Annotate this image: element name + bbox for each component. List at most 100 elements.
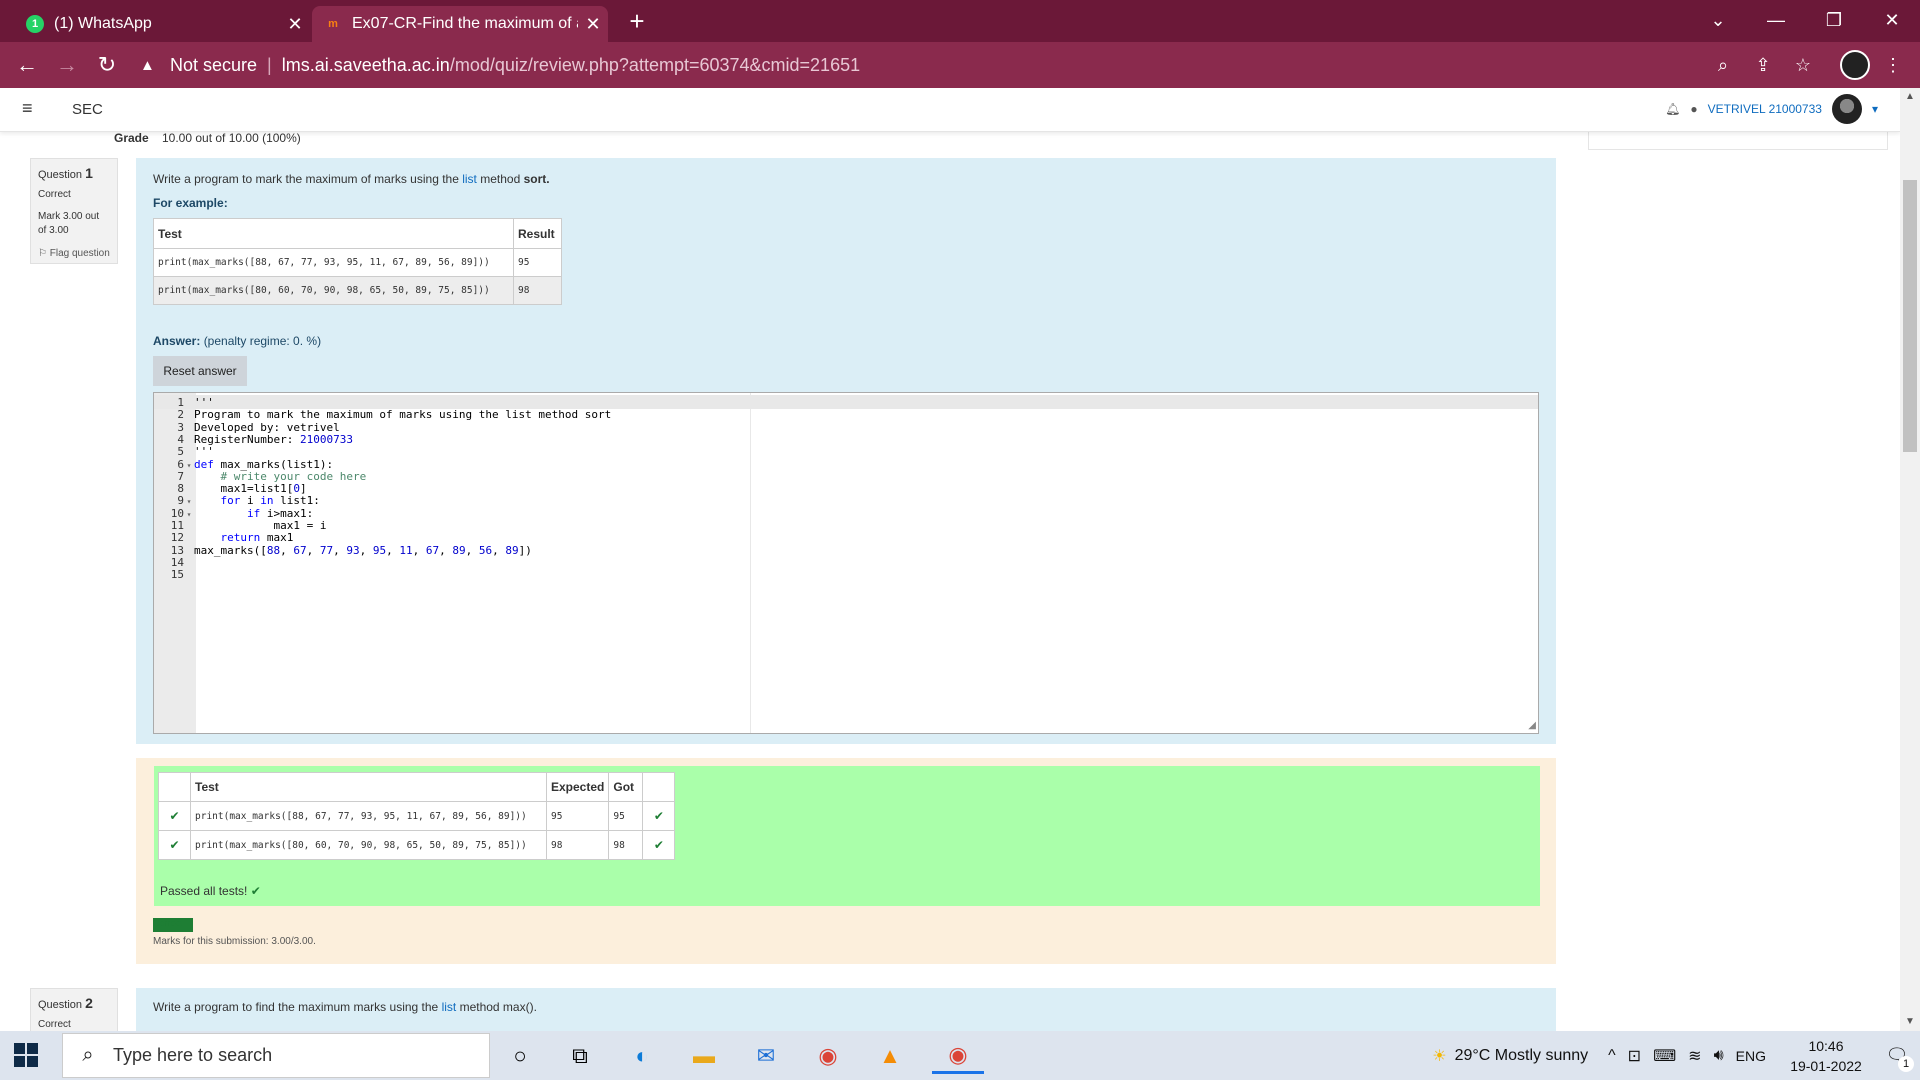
page-scrollbar[interactable]: ▲ ▼ bbox=[1900, 88, 1920, 1031]
result-table: Test Expected Got ✔ print(max_marks([88,… bbox=[158, 772, 676, 860]
back-icon[interactable]: ← bbox=[12, 50, 42, 80]
status-badge: Correct bbox=[153, 918, 193, 932]
clock[interactable]: 10:46 19-01-2022 bbox=[1778, 1036, 1874, 1076]
user-nav: 🔔︎ ● VETRIVEL 21000733 ▾ bbox=[1665, 94, 1878, 124]
tab-whatsapp[interactable]: 1 (1) WhatsApp ✕ bbox=[14, 6, 310, 42]
chrome-profile-icon[interactable]: ◉ bbox=[932, 1038, 984, 1074]
keyboard-icon[interactable]: ⌨ bbox=[1653, 1046, 1676, 1066]
question-text: Write a program to mark the maximum of m… bbox=[153, 172, 550, 186]
answer-label: Answer: (penalty regime: 0. %) bbox=[153, 334, 322, 348]
cortana-icon[interactable]: ○ bbox=[500, 1038, 540, 1074]
test-cell: print(max_marks([88, 67, 77, 93, 95, 11,… bbox=[153, 248, 514, 277]
example-table: Test Result print(max_marks([88, 67, 77,… bbox=[153, 218, 562, 305]
edge-icon[interactable]: ◐ bbox=[622, 1038, 662, 1074]
passed-message: Passed all tests! ✔ bbox=[160, 884, 261, 898]
file-explorer-icon[interactable]: ▬ bbox=[684, 1038, 724, 1074]
volume-icon[interactable]: 🔊︎ bbox=[1714, 1047, 1724, 1065]
column-header: Test bbox=[153, 218, 514, 249]
close-icon[interactable]: ✕ bbox=[280, 14, 310, 35]
warning-icon: ▲ bbox=[140, 56, 155, 74]
example-label: For example: bbox=[153, 196, 228, 210]
close-window-button[interactable]: ✕ bbox=[1868, 0, 1916, 40]
scroll-down-icon[interactable]: ▼ bbox=[1900, 1013, 1920, 1031]
scroll-thumb[interactable] bbox=[1903, 180, 1917, 452]
time: 10:46 bbox=[1808, 1037, 1844, 1054]
user-name[interactable]: VETRIVEL 21000733 bbox=[1708, 102, 1822, 116]
windows-start-icon[interactable] bbox=[14, 1043, 38, 1067]
question-number: Question 1 bbox=[38, 165, 93, 181]
expected-cell: 98 bbox=[545, 830, 610, 860]
tab-search-icon[interactable]: ⌄ bbox=[1694, 0, 1742, 40]
check-icon: ✔ bbox=[158, 801, 191, 831]
chat-icon[interactable]: ● bbox=[1690, 102, 1697, 116]
check-icon: ✔ bbox=[250, 884, 261, 898]
chevron-down-icon[interactable]: ▾ bbox=[1872, 102, 1878, 116]
question-state: Correct bbox=[38, 1019, 71, 1030]
moodle-icon: m bbox=[328, 18, 338, 30]
weather-text[interactable]: 29°C Mostly sunny bbox=[1455, 1047, 1589, 1065]
hamburger-icon[interactable]: ≡ bbox=[22, 98, 33, 119]
side-block bbox=[1588, 132, 1888, 150]
test-cell: print(max_marks([80, 60, 70, 90, 98, 65,… bbox=[153, 276, 514, 305]
bell-icon[interactable]: 🔔︎ bbox=[1665, 102, 1680, 116]
notifications-icon[interactable]: 🗨︎ 1 bbox=[1874, 1045, 1920, 1072]
table-row: print(max_marks([88, 67, 77, 93, 95, 11,… bbox=[153, 248, 562, 277]
restore-button[interactable]: ❐ bbox=[1810, 0, 1858, 40]
address-bar[interactable]: ▲ Not secure | lms.ai.saveetha.ac.in/mod… bbox=[140, 48, 1780, 82]
url-path: /mod/quiz/review.php?attempt=60374&cmid=… bbox=[449, 54, 861, 75]
expected-cell: 95 bbox=[545, 801, 610, 831]
column-header bbox=[642, 772, 676, 802]
security-label: Not secure bbox=[170, 54, 258, 75]
test-results: Test Expected Got ✔ print(max_marks([88,… bbox=[154, 766, 1540, 906]
tab-title: Ex07-CR-Find the maximum of a bbox=[352, 15, 578, 32]
star-icon[interactable]: ☆ bbox=[1790, 52, 1816, 78]
check-icon: ✔ bbox=[158, 830, 191, 860]
tab-quiz[interactable]: m Ex07-CR-Find the maximum of a ✕ bbox=[312, 6, 608, 42]
list-link[interactable]: list bbox=[442, 1000, 457, 1014]
mail-icon[interactable]: ✉ bbox=[746, 1038, 786, 1074]
tab-title: (1) WhatsApp bbox=[54, 15, 152, 32]
column-header: Result bbox=[513, 218, 562, 249]
vlc-icon[interactable]: ▲ bbox=[870, 1038, 910, 1074]
reload-icon[interactable]: ↻ bbox=[92, 50, 122, 80]
new-tab-button[interactable]: + bbox=[622, 6, 652, 36]
whatsapp-icon: 1 bbox=[26, 15, 44, 33]
browser-tab-bar: 1 (1) WhatsApp ✕ m Ex07-CR-Find the maxi… bbox=[0, 0, 1920, 42]
zoom-icon[interactable]: ⌕ bbox=[1710, 52, 1736, 78]
meet-icon[interactable]: ⊡ bbox=[1628, 1046, 1641, 1066]
list-link[interactable]: list bbox=[462, 172, 477, 186]
line-number: 15 bbox=[170, 568, 184, 582]
forward-icon[interactable]: → bbox=[52, 50, 82, 80]
taskbar-search[interactable]: ⌕ Type here to search bbox=[62, 1033, 490, 1078]
language-indicator[interactable]: ENG bbox=[1736, 1048, 1766, 1064]
search-icon: ⌕ bbox=[82, 1044, 94, 1066]
minimize-button[interactable]: — bbox=[1752, 0, 1800, 40]
close-icon[interactable]: ✕ bbox=[578, 14, 608, 35]
share-icon[interactable]: ⇪ bbox=[1750, 52, 1776, 78]
separator: | bbox=[267, 54, 272, 75]
profile-avatar[interactable] bbox=[1840, 50, 1870, 80]
flag-question-link[interactable]: ⚐ Flag question bbox=[38, 248, 110, 259]
column-header: Test bbox=[190, 772, 547, 802]
search-placeholder: Type here to search bbox=[113, 1045, 273, 1065]
site-name[interactable]: SEC bbox=[72, 101, 103, 118]
avatar[interactable] bbox=[1831, 94, 1862, 124]
question-info: Question 2 Correct bbox=[30, 988, 118, 1031]
chevron-up-icon[interactable]: ^ bbox=[1608, 1047, 1616, 1065]
reset-answer-button[interactable]: Reset answer bbox=[153, 356, 247, 386]
question-feedback: Test Expected Got ✔ print(max_marks([88,… bbox=[136, 758, 1556, 964]
column-header: Got bbox=[608, 772, 644, 802]
resize-handle[interactable]: ◢ bbox=[1528, 720, 1536, 731]
grade-label: Grade bbox=[114, 131, 149, 145]
column-header bbox=[158, 772, 191, 802]
task-view-icon[interactable]: ⧉ bbox=[560, 1038, 600, 1074]
scroll-up-icon[interactable]: ▲ bbox=[1900, 88, 1920, 106]
got-cell: 95 bbox=[608, 801, 644, 831]
system-tray: ☀ 29°C Mostly sunny ^ ⊡ ⌨ ≋ 🔊︎ ENG 10:46… bbox=[1432, 1031, 1920, 1080]
chrome-icon[interactable]: ◉ bbox=[808, 1038, 848, 1074]
menu-icon[interactable]: ⋮ bbox=[1880, 52, 1906, 78]
taskbar: ⌕ Type here to search ○ ⧉ ◐ ▬ ✉ ◉ ▲ ◉ ☀ … bbox=[0, 1031, 1920, 1080]
code-editor[interactable]: 1 ''' 2 Program to mark the maximum of ma… bbox=[153, 392, 1539, 734]
wifi-icon[interactable]: ≋ bbox=[1688, 1046, 1701, 1066]
question-number: Question 2 bbox=[38, 995, 93, 1011]
